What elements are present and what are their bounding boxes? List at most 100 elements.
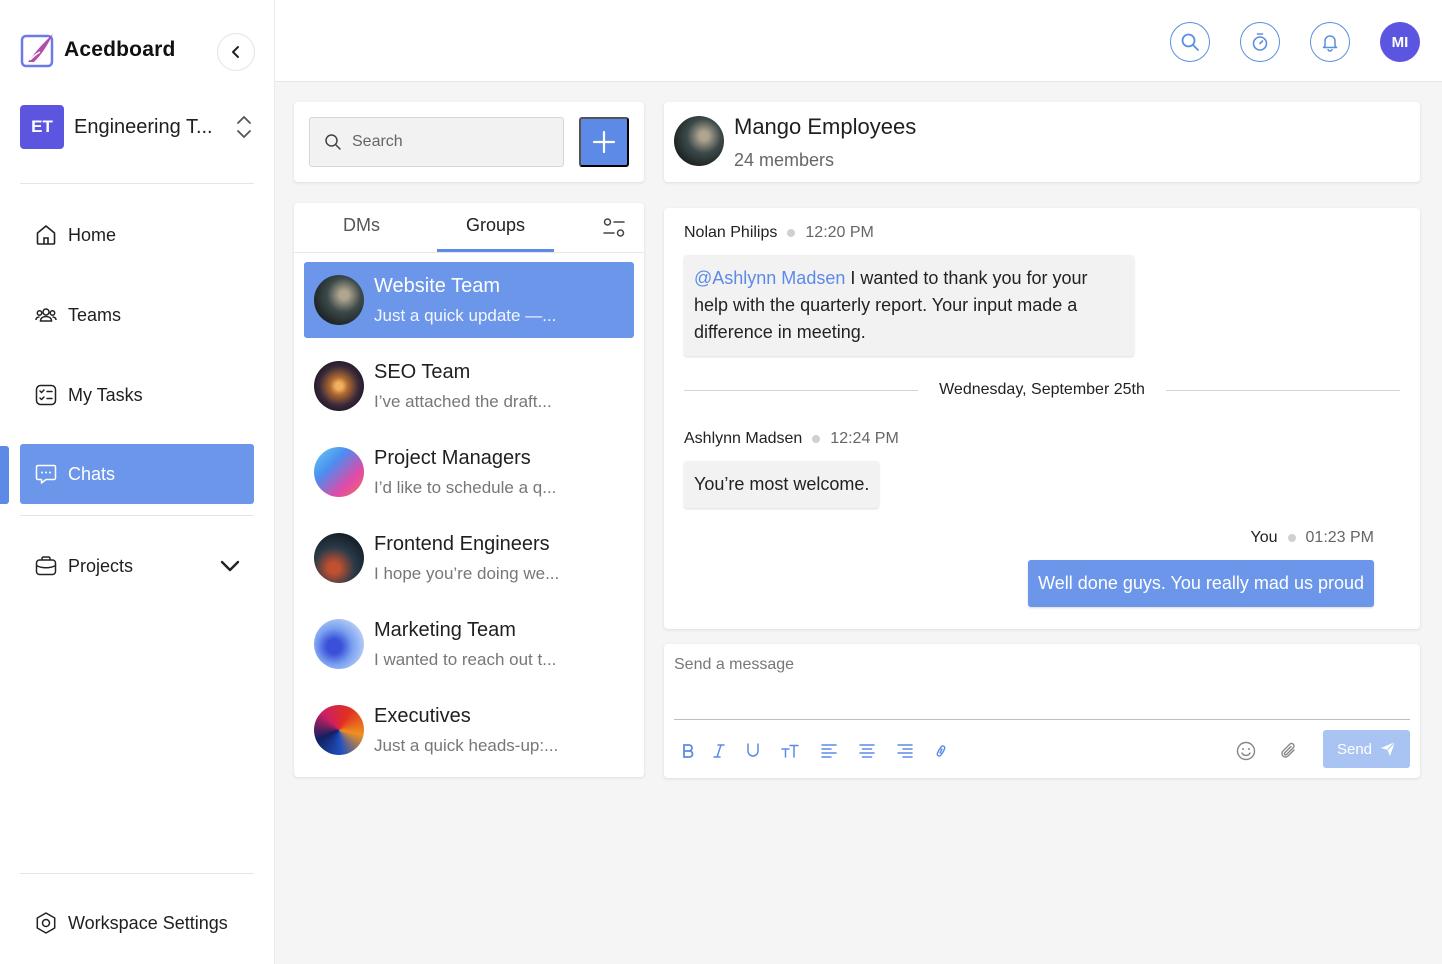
send-button[interactable]: Send: [1323, 730, 1410, 768]
user-avatar[interactable]: MI: [1380, 22, 1420, 62]
conversation-avatar: [314, 447, 364, 497]
workspace-switcher[interactable]: ET Engineering T...: [20, 105, 254, 149]
separator-dot: [812, 435, 821, 443]
paperclip-icon[interactable]: [1277, 740, 1301, 762]
conversation-title: Frontend Engineers: [374, 532, 550, 555]
conversation-item[interactable]: Frontend Engineers I hope you’re doing w…: [304, 520, 634, 596]
message-text: You’re most welcome.: [694, 474, 870, 494]
member-count[interactable]: 24 members: [734, 150, 834, 171]
conversation-list-panel: DMs Groups Website Team Just a quick upd…: [294, 203, 644, 777]
timer-button[interactable]: [1240, 22, 1280, 62]
message-author: You: [1250, 529, 1278, 546]
conversation-preview: I’d like to schedule a q...: [374, 477, 557, 497]
collapse-sidebar-button[interactable]: [217, 33, 255, 71]
message-bubble: @Ashlynn Madsen I wanted to thank you fo…: [684, 255, 1134, 356]
conversation-avatar: [314, 533, 364, 583]
notifications-button[interactable]: [1310, 22, 1350, 62]
conversation-title: Executives: [374, 704, 471, 727]
search-button[interactable]: [1170, 22, 1210, 62]
message-text: Well done guys. You really mad us proud: [1038, 573, 1364, 593]
filter-icon[interactable]: [602, 216, 626, 245]
message-meta: You 01:23 PM: [1251, 529, 1374, 547]
sidebar-item-label: Workspace Settings: [68, 912, 228, 933]
top-bar: MI: [275, 0, 1442, 82]
align-center-icon[interactable]: [855, 740, 879, 762]
sidebar-item-label: My Tasks: [68, 384, 143, 405]
brand[interactable]: Acedboard: [20, 32, 176, 68]
search-input[interactable]: [352, 133, 542, 151]
sidebar-divider: [20, 515, 254, 516]
plus-icon: [592, 130, 616, 154]
conversation-preview: I hope you’re doing we...: [374, 563, 560, 583]
italic-icon[interactable]: [707, 740, 731, 762]
tab-groups[interactable]: Groups: [466, 215, 525, 236]
message-time: 01:23 PM: [1305, 529, 1374, 546]
message-bubble-own: Well done guys. You really mad us proud: [1028, 560, 1374, 607]
date-separator: Wednesday, September 25th: [684, 380, 1400, 400]
bell-icon: [1322, 35, 1338, 52]
conversation-title: SEO Team: [374, 360, 471, 383]
conversation-avatar: [314, 361, 364, 411]
sidebar-item-workspace-settings[interactable]: Workspace Settings: [20, 893, 254, 953]
sidebar-divider: [20, 873, 254, 874]
conversation-avatar: [314, 705, 364, 755]
bold-icon[interactable]: [676, 740, 700, 762]
conversation-preview: Just a quick heads-up:...: [374, 735, 559, 755]
conversation-item[interactable]: Executives Just a quick heads-up:...: [304, 692, 634, 768]
app-name: Acedboard: [64, 38, 176, 61]
sidebar-item-label: Chats: [68, 463, 116, 484]
conversation-preview: I’ve attached the draft...: [374, 391, 552, 411]
conversation-tabs: DMs Groups: [294, 203, 644, 253]
sidebar-item-teams[interactable]: Teams: [20, 285, 254, 345]
sidebar-item-chats[interactable]: Chats: [20, 444, 254, 504]
message-author: Nolan Philips: [684, 224, 778, 241]
separator-line: [1166, 390, 1400, 391]
send-button-label: Send: [1336, 740, 1373, 758]
sidebar-item-home[interactable]: Home: [20, 205, 254, 265]
conversation-avatar: [314, 619, 364, 669]
chevron-left-icon: [232, 46, 239, 58]
settings-hexagon-icon: [36, 912, 56, 934]
sidebar-item-label: Home: [68, 224, 117, 245]
search-field[interactable]: [309, 117, 564, 167]
align-right-icon[interactable]: [893, 740, 917, 762]
conversation-search-panel: [294, 102, 644, 182]
message-author: Ashlynn Madsen: [684, 430, 803, 447]
message-time: 12:24 PM: [830, 430, 899, 447]
new-conversation-button[interactable]: [579, 117, 629, 167]
workspace-badge: ET: [20, 105, 64, 149]
briefcase-icon: [35, 556, 57, 576]
emoji-icon[interactable]: [1234, 740, 1258, 762]
message-input[interactable]: [674, 656, 1410, 720]
conversation-item[interactable]: Website Team Just a quick update —...: [304, 262, 634, 338]
align-left-icon[interactable]: [817, 740, 841, 762]
message-bubble: You’re most welcome.: [684, 461, 880, 508]
task-list-icon: [35, 384, 57, 406]
conversation-avatar: [314, 275, 364, 325]
message-thread: Nolan Philips 12:20 PM @Ashlynn Madsen I…: [664, 208, 1420, 629]
conversation-item[interactable]: Project Managers I’d like to schedule a …: [304, 434, 634, 510]
workspace-name: Engineering T...: [74, 115, 213, 138]
underline-icon[interactable]: [741, 740, 765, 762]
sidebar-item-projects[interactable]: Projects: [20, 536, 254, 596]
sidebar-item-label: Projects: [68, 555, 134, 576]
user-mention[interactable]: @Ashlynn Madsen: [694, 268, 845, 288]
link-icon[interactable]: [929, 740, 953, 762]
text-size-icon[interactable]: [778, 740, 802, 762]
conversation-item[interactable]: SEO Team I’ve attached the draft...: [304, 348, 634, 424]
active-nav-marker: [0, 446, 9, 504]
chevron-down-icon[interactable]: [218, 554, 242, 583]
paper-plane-icon: [1381, 741, 1396, 756]
chevron-up-down-icon: [234, 114, 254, 140]
sidebar-item-my-tasks[interactable]: My Tasks: [20, 365, 254, 425]
conversation-title: Project Managers: [374, 446, 531, 469]
search-icon: [1181, 33, 1199, 51]
tab-dms[interactable]: DMs: [343, 215, 380, 236]
chat-bubble-icon: [35, 464, 57, 484]
sidebar-item-label: Teams: [68, 304, 122, 325]
sidebar-divider: [20, 183, 254, 184]
home-icon: [36, 225, 56, 245]
separator-dot: [1287, 534, 1296, 542]
message-meta: Ashlynn Madsen 12:24 PM: [684, 430, 899, 448]
conversation-item[interactable]: Marketing Team I wanted to reach out t..…: [304, 606, 634, 682]
